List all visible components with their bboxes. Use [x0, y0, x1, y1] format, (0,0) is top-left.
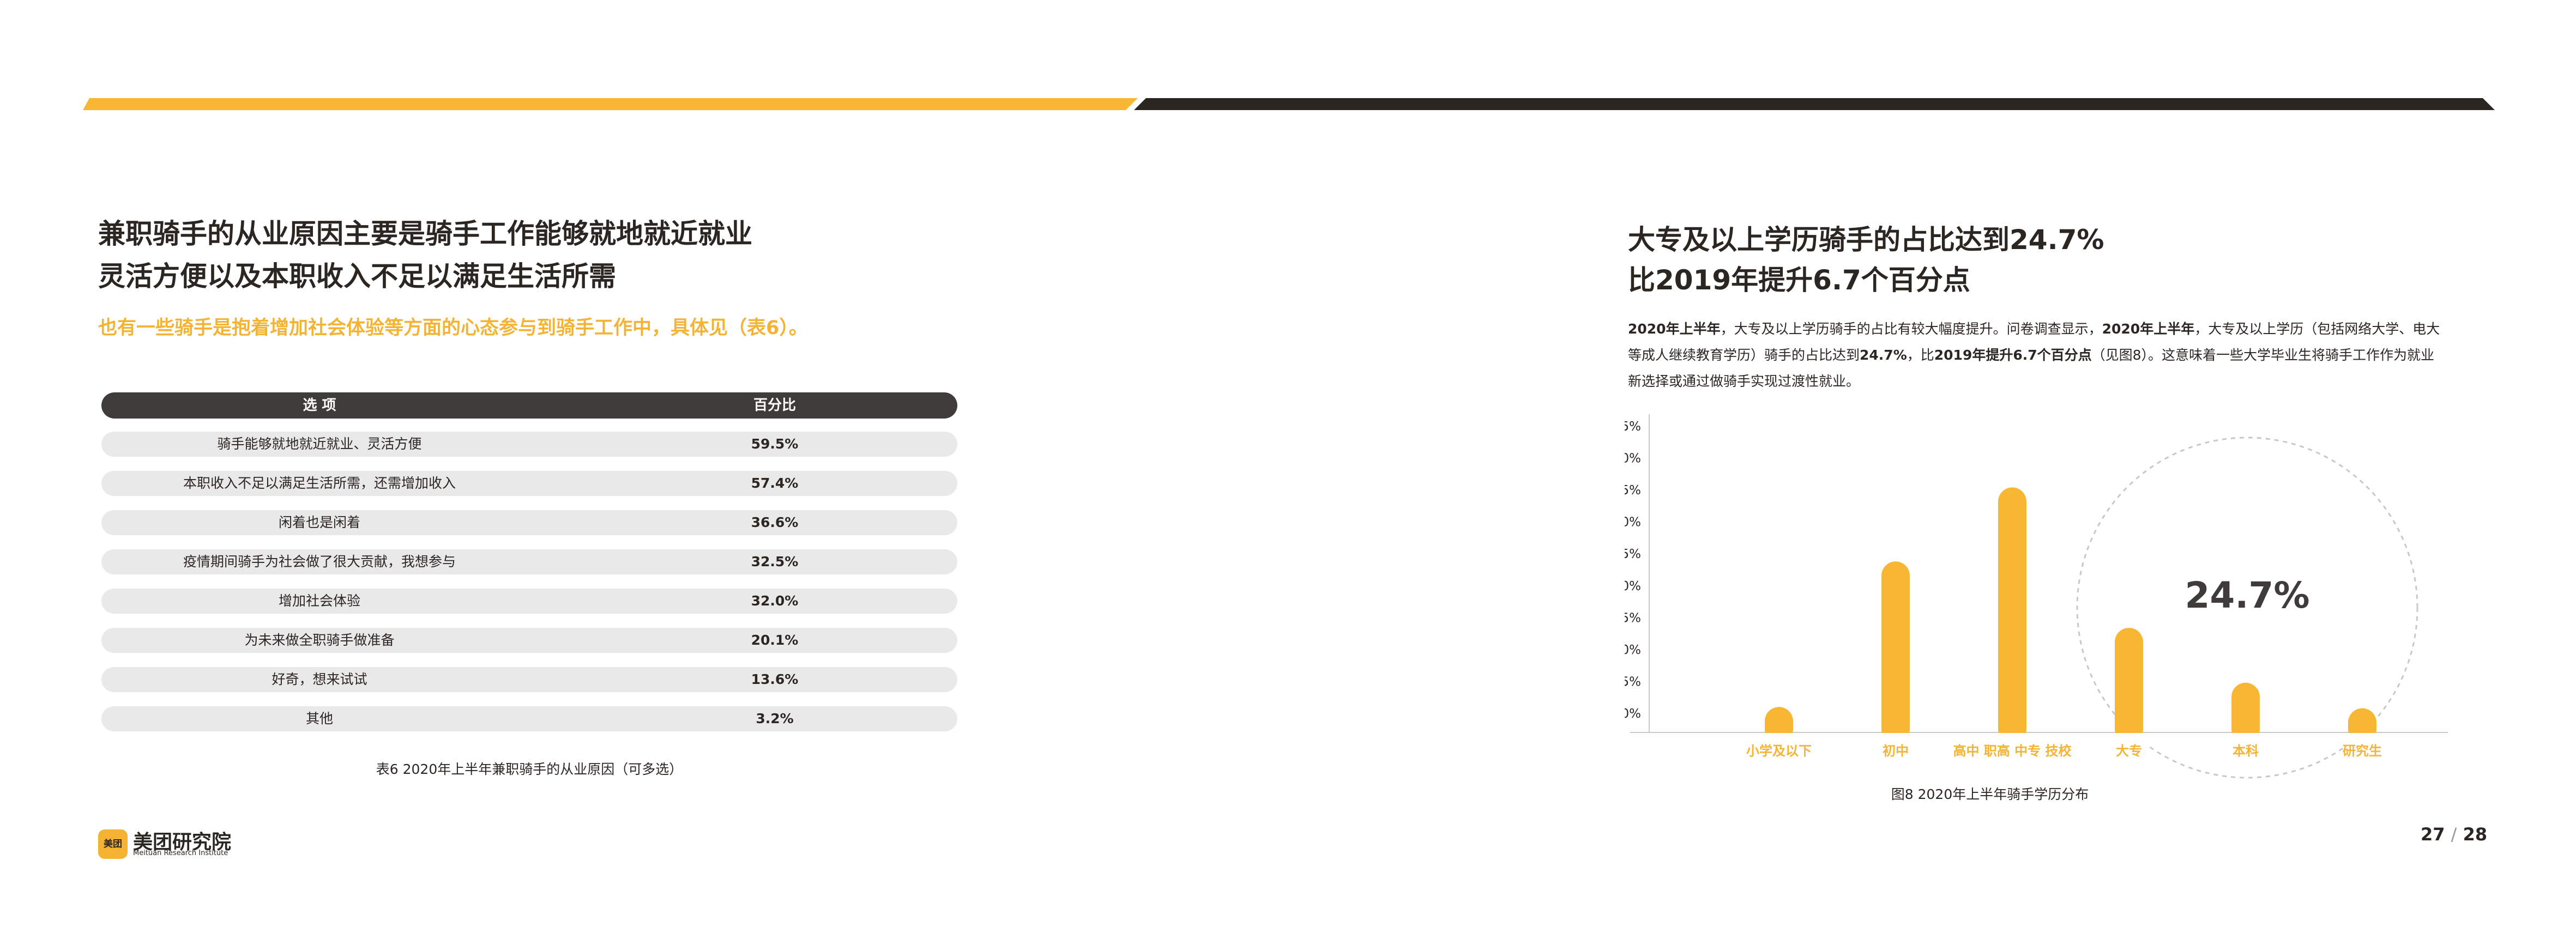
table-row: 本职收入不足以满足生活所需，还需增加收入 57.4%: [101, 471, 957, 496]
row-percent: 57.4%: [751, 475, 799, 491]
row-percent: 32.0%: [751, 593, 799, 609]
x-tick-label: 大专: [2116, 743, 2142, 759]
table-row: 好奇，想来试试 13.6%: [101, 667, 957, 692]
row-option: 好奇，想来试试: [272, 671, 367, 687]
row-option: 其他: [305, 711, 333, 726]
row-option: 本职收入不足以满足生活所需，还需增加收入: [183, 475, 456, 491]
x-tick-label: 初中: [1883, 743, 1909, 759]
row-option: 为未来做全职骑手做准备: [244, 632, 395, 648]
y-tick-label: 45%: [1625, 420, 1641, 434]
logo-english: Meituan Research Institute: [133, 849, 228, 857]
right-heading-line1: 大专及以上学历骑手的占比达到24.7%: [1628, 224, 2104, 256]
chart-caption: 图8 2020年上半年骑手学历分布: [1891, 786, 2089, 802]
row-option: 闲着也是闲着: [278, 514, 360, 530]
row-option: 骑手能够就地就近就业、灵活方便: [217, 436, 422, 452]
y-tick-label: 5%: [1625, 675, 1641, 689]
x-tick-label: 高中 职高 中专 技校: [1953, 743, 2072, 759]
row-percent: 32.5%: [751, 554, 799, 569]
row-option: 增加社会体验: [278, 593, 360, 609]
x-tick-label: 研究生: [2343, 743, 2382, 759]
meituan-logo-icon: 美团: [98, 829, 128, 859]
table-row: 闲着也是闲着 36.6%: [101, 510, 957, 535]
y-tick-label: 10%: [1625, 643, 1641, 657]
y-tick-label: 30%: [1625, 516, 1641, 530]
y-tick-label: 40%: [1625, 452, 1641, 466]
row-percent: 20.1%: [751, 632, 799, 648]
education-bar-chart: 0% 5% 10% 15% 20% 25% 30% 35% 40% 45% 小学及以下 初中 高中 职…: [1625, 414, 2448, 779]
left-heading-line1: 兼职骑手的从业原因主要是骑手工作能够就地就近就业: [98, 218, 752, 250]
table-row: 骑手能够就地就近就业、灵活方便 59.5%: [101, 432, 957, 457]
bars: [1652, 487, 2448, 745]
table-header: 选 项 百分比: [101, 392, 957, 419]
x-tick-label: 本科: [2233, 743, 2259, 759]
table-row: 增加社会体验 32.0%: [101, 589, 957, 614]
row-percent: 13.6%: [751, 671, 799, 687]
bar: [2115, 628, 2143, 743]
highlight-value: 24.7%: [2185, 574, 2310, 616]
header-percent: 百分比: [753, 397, 796, 414]
table-row: 疫情期间骑手为社会做了很大贡献，我想参与 32.5%: [101, 549, 957, 574]
y-tick-label: 35%: [1625, 483, 1641, 498]
y-tick-label: 15%: [1625, 611, 1641, 625]
table-row: 为未来做全职骑手做准备 20.1%: [101, 628, 957, 653]
y-tick-label: 0%: [1625, 707, 1641, 721]
right-heading-line2: 比2019年提升6.7个百分点: [1628, 264, 1970, 296]
para-bold-year: 2020年上半年: [1628, 321, 1721, 337]
para-text: ，大专及以上学历骑手的占比有较大幅度提升。问卷调查显示，: [1720, 321, 2102, 337]
top-accent-bar: [83, 98, 1138, 110]
table-caption: 表6 2020年上半年兼职骑手的从业原因（可多选）: [376, 761, 683, 777]
page-current: 27: [2421, 824, 2445, 845]
header-option: 选 项: [303, 397, 336, 414]
para-text: ，比: [1907, 347, 1934, 363]
para-bold-value: 2019年提升6.7个百分点: [1934, 347, 2092, 363]
table-row: 其他 3.2%: [101, 706, 957, 731]
row-percent: 36.6%: [751, 514, 799, 530]
x-tick-label: 小学及以下: [1746, 743, 1812, 759]
top-dark-bar: [1134, 98, 2495, 110]
x-axis-labels: 小学及以下 初中 高中 职高 中专 技校 大专 本科 研究生: [1746, 743, 2382, 759]
right-paragraph: 2020年上半年，大专及以上学历骑手的占比有较大幅度提升。问卷调查显示，2020…: [1628, 316, 2440, 395]
y-axis-ticks: 0% 5% 10% 15% 20% 25% 30% 35% 40% 45%: [1625, 420, 1641, 721]
bar: [1998, 487, 2026, 743]
y-tick-label: 25%: [1625, 547, 1641, 561]
left-heading-line2: 灵活方便以及本职收入不足以满足生活所需: [98, 260, 616, 292]
page-separator: /: [2451, 824, 2457, 845]
bar: [1881, 561, 1910, 743]
row-percent: 3.2%: [756, 711, 794, 726]
page-number: 27 / 28: [2421, 824, 2487, 845]
y-tick-label: 20%: [1625, 579, 1641, 593]
row-option: 疫情期间骑手为社会做了很大贡献，我想参与: [183, 554, 456, 569]
page-total: 28: [2463, 824, 2488, 845]
para-bold-value: 24.7%: [1860, 347, 1907, 363]
para-bold-year: 2020年上半年: [2102, 321, 2195, 337]
left-subheading: 也有一些骑手是抱着增加社会体验等方面的心态参与到骑手工作中，具体见（表6）。: [98, 317, 808, 339]
row-percent: 59.5%: [751, 436, 799, 452]
